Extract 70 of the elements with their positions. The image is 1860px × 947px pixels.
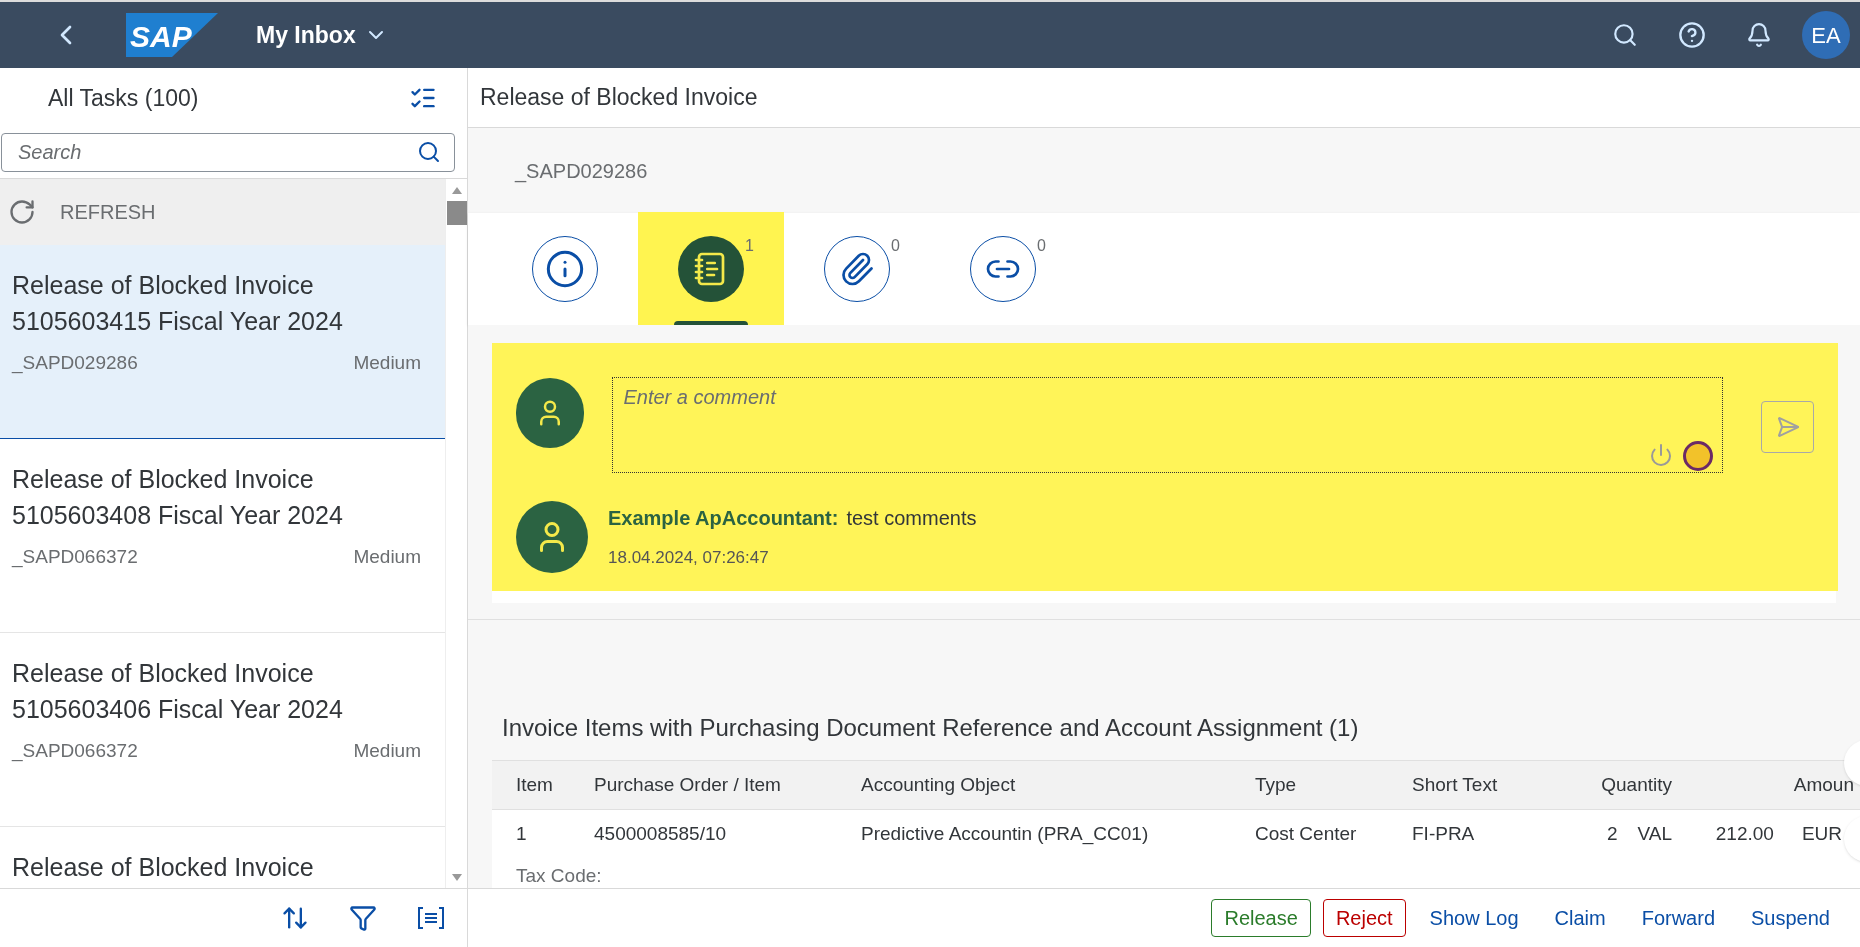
quantity-unit: VAL <box>1637 821 1672 846</box>
column-header: Quantity <box>1601 772 1672 797</box>
task-creator: _SAPD066372 <box>12 545 138 570</box>
column-header: Purchase Order / Item <box>594 772 782 797</box>
task-title: Release of Blocked Invoice <box>12 658 314 689</box>
detail-label: Tax Code: <box>516 864 603 888</box>
task-title: 5105603415 Fiscal Year 2024 <box>12 306 343 337</box>
task-title: 5105603406 Fiscal Year 2024 <box>12 694 343 725</box>
table-cell-text: 4500008585/10 <box>594 821 728 846</box>
scroll-up-icon[interactable] <box>450 185 463 195</box>
action-button[interactable]: Release <box>1211 899 1311 937</box>
user-avatar[interactable]: EA <box>1802 11 1850 59</box>
table-cell-text: 1 <box>516 821 528 846</box>
action-button[interactable]: Claim <box>1542 899 1618 937</box>
scrollbar-thumb[interactable] <box>446 201 467 225</box>
search-icon[interactable] <box>417 140 441 164</box>
column-header: Accounting Object <box>861 772 1017 797</box>
action-button[interactable]: Suspend <box>1739 899 1842 937</box>
amount-value: 212.00 <box>1715 821 1774 846</box>
help-icon <box>1678 21 1706 49</box>
search-field[interactable]: Search <box>1 133 455 172</box>
quantity-value: 2 <box>1606 821 1618 846</box>
task-priority: Medium <box>353 739 421 763</box>
help-button[interactable] <box>1678 21 1706 49</box>
search-icon <box>1612 22 1638 48</box>
task-creator: _SAPD066372 <box>12 739 138 764</box>
filter-button[interactable] <box>349 904 377 932</box>
filter-icon <box>349 904 377 932</box>
comment-text: test comments <box>846 506 977 532</box>
comment-author: Example ApAccountant: <box>608 506 839 532</box>
refresh-icon <box>8 198 36 226</box>
bell-icon <box>1746 22 1772 48</box>
task-creator: _SAPD029286 <box>12 351 138 376</box>
icon-tab[interactable]: 1 <box>638 212 784 325</box>
paperclip-icon <box>839 250 875 287</box>
list-title: All Tasks (100) <box>48 83 199 113</box>
group-button[interactable] <box>417 906 445 930</box>
refresh-button[interactable]: REFRESH <box>0 179 445 245</box>
table-cell-text: Predictive Accountin (PRA_CC01) <box>861 821 1150 847</box>
table-cell-text: FI-PRA <box>1412 821 1476 846</box>
table-title: Invoice Items with Purchasing Document Reference and Account Assignment (1) <box>501 713 1360 743</box>
task-title: Release of Blocked Invoice <box>12 464 314 495</box>
bracketed-list-icon <box>417 906 445 930</box>
send-icon <box>1775 415 1800 439</box>
column-header: Type <box>1255 772 1298 797</box>
amount-currency: EUR <box>1801 821 1842 846</box>
task-priority: Medium <box>353 545 421 569</box>
column-header: Item <box>516 772 554 797</box>
scroll-down-icon[interactable] <box>450 872 463 882</box>
info-icon <box>545 248 585 289</box>
comment-timestamp: 18.04.2024, 07:26:47 <box>608 547 770 570</box>
column-header: Amoun <box>1793 772 1854 797</box>
task-list-item[interactable]: Release of Blocked Invoice 5105603415 Fiscal Year 2024 _SAPD029286 Medium <box>0 245 445 439</box>
task-title: 5105603408 Fiscal Year 2024 <box>12 500 343 531</box>
column-header: Short Text <box>1412 772 1499 797</box>
sap-logo: SAP <box>126 13 218 57</box>
app-title-menu[interactable]: My Inbox <box>256 17 388 53</box>
search-button[interactable] <box>1612 22 1638 48</box>
icon-tab[interactable]: 0 <box>930 212 1076 325</box>
notifications-button[interactable] <box>1746 22 1772 48</box>
icon-tab[interactable]: 0 <box>784 212 930 325</box>
task-title: Release of Blocked Invoice <box>12 270 314 301</box>
task-priority: Medium <box>353 351 421 375</box>
detail-title: Release of Blocked Invoice <box>480 83 758 113</box>
header-creator: _SAPD029286 <box>515 158 648 185</box>
task-title: Release of Blocked Invoice <box>12 852 314 883</box>
action-button[interactable]: Reject <box>1322 899 1406 937</box>
table-cell-text: Cost Center <box>1255 821 1358 846</box>
action-button[interactable]: Show Log <box>1417 899 1531 937</box>
action-button[interactable]: Forward <box>1629 899 1728 937</box>
